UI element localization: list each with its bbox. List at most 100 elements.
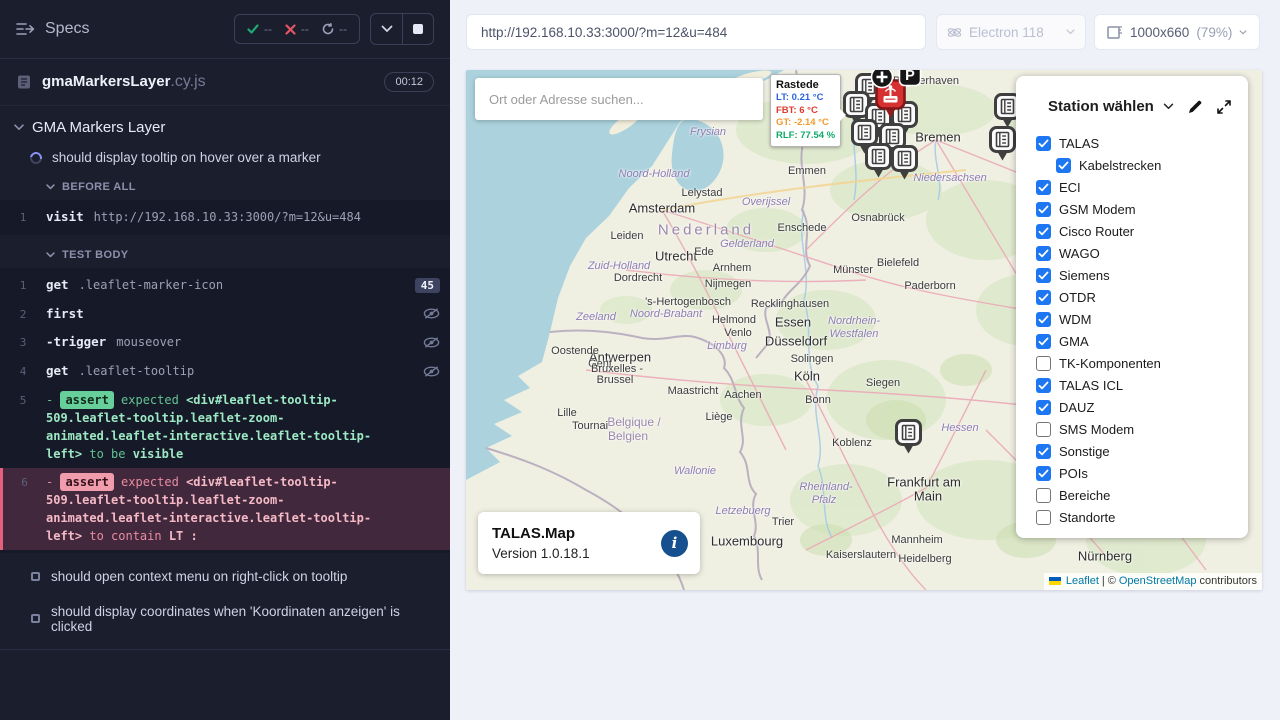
station-marker[interactable]: [895, 419, 922, 460]
map-search-input[interactable]: [475, 92, 763, 107]
station-filter-row[interactable]: TK-Komponenten: [1036, 356, 1232, 371]
station-filter-row[interactable]: GSM Modem: [1036, 202, 1232, 217]
command-number: 2: [0, 308, 46, 321]
check-icon: [1038, 381, 1049, 390]
assert-command-row[interactable]: 6- assert expected <div#leaflet-tooltip-…: [0, 468, 450, 550]
assert-badge: assert: [60, 391, 113, 409]
checkbox-checked[interactable]: [1036, 400, 1051, 415]
pending-test-row[interactable]: should open context menu on right-click …: [0, 559, 450, 594]
test-body-section-header[interactable]: TEST BODY: [0, 241, 450, 267]
viewport-selector[interactable]: 1000x660 (79%): [1094, 14, 1260, 50]
station-filter-row[interactable]: WDM: [1036, 312, 1232, 327]
station-marker[interactable]: [891, 145, 918, 186]
command-number: 3: [0, 336, 46, 349]
station-filter-row[interactable]: Standorte: [1036, 510, 1232, 525]
station-filter-row[interactable]: Kabelstrecken: [1056, 158, 1232, 173]
station-filter-row[interactable]: Sonstige: [1036, 444, 1232, 459]
cluster-plus-marker[interactable]: [870, 70, 894, 94]
browser-selector[interactable]: Electron 118: [936, 14, 1086, 50]
stat-pending: --: [322, 22, 347, 36]
command-text: - assert expected <div#leaflet-tooltip-5…: [46, 391, 398, 463]
checkbox-checked[interactable]: [1056, 158, 1071, 173]
command-row[interactable]: 1visithttp://192.168.10.33:3000/?m=12&u=…: [0, 203, 450, 232]
osm-link[interactable]: OpenStreetMap: [1119, 575, 1197, 587]
assert-command-row[interactable]: 5- assert expected <div#leaflet-tooltip-…: [0, 386, 450, 468]
marker-tooltip: Rastede LT: 0.21 °CFBT: 6 °CGT: -2.14 °C…: [770, 74, 841, 147]
station-filter-row[interactable]: TALAS: [1036, 136, 1232, 151]
checkbox-unchecked[interactable]: [1036, 510, 1051, 525]
checkbox-checked[interactable]: [1036, 290, 1051, 305]
hidden-eye-icon: [423, 365, 440, 378]
check-icon: [1058, 161, 1069, 170]
station-filter-row[interactable]: SMS Modem: [1036, 422, 1232, 437]
command-row[interactable]: 3-triggermouseover: [0, 328, 450, 357]
checkbox-unchecked[interactable]: [1036, 422, 1051, 437]
station-filter-label: Sonstige: [1059, 444, 1110, 459]
pending-test-row[interactable]: should display coordinates when 'Koordin…: [0, 594, 450, 644]
checkbox-checked[interactable]: [1036, 466, 1051, 481]
before-all-section-header[interactable]: BEFORE ALL: [0, 173, 450, 199]
suite-row[interactable]: GMA Markers Layer: [0, 106, 450, 141]
leaflet-link[interactable]: Leaflet: [1066, 575, 1099, 587]
command-method: visit: [46, 209, 84, 224]
station-filter-row[interactable]: ECI: [1036, 180, 1232, 195]
checkbox-unchecked[interactable]: [1036, 356, 1051, 371]
checkbox-checked[interactable]: [1036, 312, 1051, 327]
station-filter-row[interactable]: OTDR: [1036, 290, 1232, 305]
station-filter-row[interactable]: WAGO: [1036, 246, 1232, 261]
command-row[interactable]: 2first: [0, 300, 450, 329]
station-marker[interactable]: [989, 126, 1016, 167]
checkbox-checked[interactable]: [1036, 444, 1051, 459]
checkbox-checked[interactable]: [1036, 180, 1051, 195]
command-number: 5: [0, 394, 46, 407]
app-name: TALAS.Map: [492, 525, 590, 542]
hidden-eye-icon[interactable]: [423, 336, 440, 349]
expand-fullscreen-icon[interactable]: [1216, 99, 1232, 115]
info-button[interactable]: i: [661, 530, 688, 557]
app-version: Version 1.0.18.1: [492, 546, 590, 561]
active-test-row[interactable]: should display tooltip on hover over a m…: [0, 141, 450, 173]
specs-list-toggle-icon[interactable]: [16, 21, 35, 37]
hidden-eye-icon[interactable]: [423, 365, 440, 378]
spec-file-row[interactable]: gmaMarkersLayer.cy.js 00:12: [0, 59, 450, 106]
cluster-plus-icon: [870, 70, 894, 89]
edit-pencil-icon[interactable]: [1187, 99, 1203, 115]
station-pin-icon: [989, 126, 1016, 162]
command-text: visithttp://192.168.10.33:3000/?m=12&u=4…: [46, 208, 432, 227]
stop-button[interactable]: [402, 14, 433, 44]
checkbox-checked[interactable]: [1036, 136, 1051, 151]
url-input[interactable]: [466, 14, 926, 50]
checkbox-checked[interactable]: [1036, 334, 1051, 349]
station-marker[interactable]: [865, 143, 892, 184]
station-filter-row[interactable]: Bereiche: [1036, 488, 1232, 503]
checkbox-checked[interactable]: [1036, 378, 1051, 393]
map-attribution: Leaflet | © OpenStreetMap contributors: [1044, 573, 1262, 590]
station-filter-row[interactable]: Cisco Router: [1036, 224, 1232, 239]
checkbox-checked[interactable]: [1036, 246, 1051, 261]
checkbox-unchecked[interactable]: [1036, 488, 1051, 503]
station-filter-label: WDM: [1059, 312, 1092, 327]
chevron-down-icon[interactable]: [1163, 103, 1174, 110]
element-count-badge: 45: [415, 278, 440, 293]
parking-marker[interactable]: P: [898, 70, 922, 92]
leaflet-map[interactable]: NederlandFrysianNoord-HollandOverijsselG…: [466, 70, 1262, 590]
checkbox-checked[interactable]: [1036, 202, 1051, 217]
collapse-all-button[interactable]: [371, 14, 402, 44]
station-filter-row[interactable]: TALAS ICL: [1036, 378, 1232, 393]
chevron-down-icon: [46, 252, 55, 258]
command-row[interactable]: 4get.leaflet-tooltip: [0, 357, 450, 386]
station-filter-row[interactable]: Siemens: [1036, 268, 1232, 283]
station-filter-label: GMA: [1059, 334, 1089, 349]
command-row[interactable]: 1get.leaflet-marker-icon45: [0, 271, 450, 300]
hidden-eye-icon[interactable]: [423, 307, 440, 320]
checkbox-checked[interactable]: [1036, 268, 1051, 283]
station-filter-row[interactable]: GMA: [1036, 334, 1232, 349]
svg-text:P: P: [905, 70, 915, 84]
check-icon: [1038, 293, 1049, 302]
assert-badge: assert: [60, 473, 113, 491]
viewport-size: 1000x660: [1130, 25, 1189, 40]
station-filter-row[interactable]: POIs: [1036, 466, 1232, 481]
check-icon: [1038, 403, 1049, 412]
checkbox-checked[interactable]: [1036, 224, 1051, 239]
station-filter-row[interactable]: DAUZ: [1036, 400, 1232, 415]
